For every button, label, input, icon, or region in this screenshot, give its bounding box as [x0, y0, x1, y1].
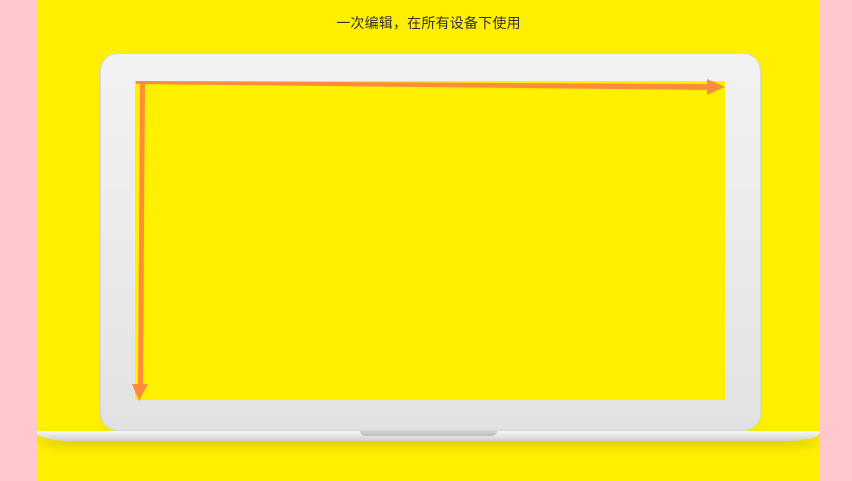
dimension-arrows	[132, 79, 725, 401]
arrow-down-icon	[132, 84, 148, 401]
yellow-stage: 一次编辑，在所有设备下使用	[37, 0, 820, 481]
arrow-right-icon	[136, 79, 725, 95]
